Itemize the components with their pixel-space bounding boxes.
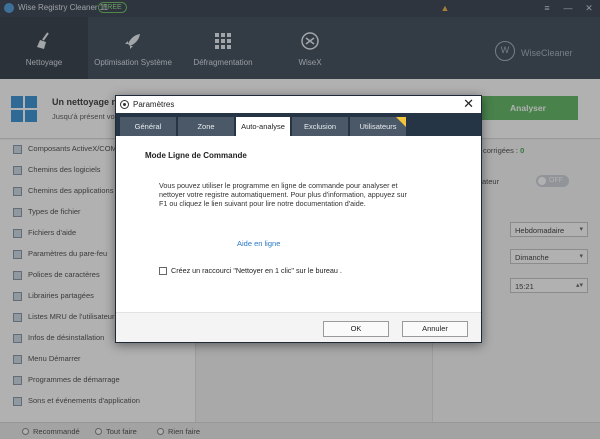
close-icon[interactable]: ✕ (463, 97, 474, 111)
ok-button[interactable]: OK (323, 321, 389, 337)
checkbox-label: Créez un raccourci "Nettoyer en 1 clic" … (171, 266, 342, 275)
tab-zone[interactable]: Zone (178, 117, 234, 136)
help-link[interactable]: Aide en ligne (237, 239, 280, 248)
section-heading: Mode Ligne de Commande (145, 151, 247, 160)
tab-label: Utilisateurs (359, 122, 397, 131)
dialog-tabs: Général Zone Auto-analyse Exclusion Util… (116, 113, 481, 136)
dialog-footer: OK Annuler (116, 312, 481, 342)
tab-utilisateurs[interactable]: Utilisateurs (350, 117, 406, 136)
dialog-title: Paramètres (133, 100, 175, 109)
tab-general[interactable]: Général (120, 117, 176, 136)
section-description: Vous pouvez utiliser le programme en lig… (159, 181, 407, 208)
new-badge-icon (396, 117, 406, 127)
shortcut-checkbox[interactable] (159, 267, 167, 275)
dialog-body: Mode Ligne de Commande Vous pouvez utili… (116, 136, 481, 312)
settings-dialog: Paramètres ✕ Général Zone Auto-analyse E… (115, 95, 482, 343)
tab-exclusion[interactable]: Exclusion (292, 117, 348, 136)
settings-icon (120, 100, 129, 109)
cancel-button[interactable]: Annuler (402, 321, 468, 337)
dialog-title-bar: Paramètres ✕ (116, 96, 481, 113)
tab-auto-analyse[interactable]: Auto-analyse (236, 117, 290, 136)
